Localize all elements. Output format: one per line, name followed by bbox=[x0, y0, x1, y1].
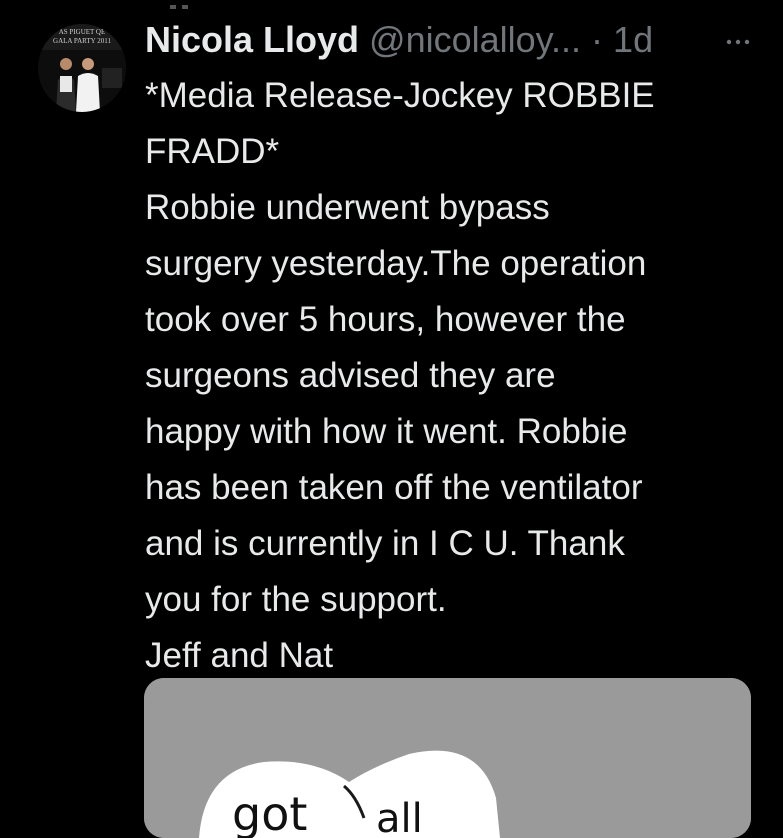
separator-dot: · bbox=[591, 19, 604, 60]
media-text-all: all bbox=[376, 796, 423, 838]
tweet-text-line: Robbie underwent bypass bbox=[145, 188, 550, 227]
previous-tweet-fragment bbox=[160, 0, 200, 9]
tweet-header: Nicola Lloyd @nicolalloy... · 1d bbox=[145, 16, 653, 64]
avatar[interactable]: AS PIGUET QE GALA PARTY 2011 bbox=[38, 24, 126, 112]
tweet-text-line: *Media Release-Jockey ROBBIE bbox=[145, 76, 655, 115]
tweet-text-line: has been taken off the ventilator bbox=[145, 468, 643, 507]
tweet-text-line: happy with how it went. Robbie bbox=[145, 412, 628, 451]
tweet-text-line: you for the support. bbox=[145, 580, 447, 619]
author-name[interactable]: Nicola Lloyd bbox=[145, 19, 359, 60]
tweet-media-image[interactable]: got all bbox=[144, 678, 751, 838]
media-text-got: got bbox=[232, 787, 307, 838]
tweet-text-line: took over 5 hours, however the bbox=[145, 300, 626, 339]
tweet-text-line: surgery yesterday.The operation bbox=[145, 244, 647, 283]
avatar-banner-line2: GALA PARTY 2011 bbox=[53, 37, 111, 45]
author-handle[interactable]: @nicolalloy... bbox=[369, 19, 581, 60]
more-horizontal-icon[interactable] bbox=[718, 16, 758, 60]
tweet-text-line: FRADD* bbox=[145, 132, 280, 171]
tweet-time[interactable]: 1d bbox=[613, 19, 653, 60]
tweet-text-line: and is currently in I C U. Thank bbox=[145, 524, 625, 563]
avatar-banner-line1: AS PIGUET QE bbox=[59, 28, 106, 36]
tweet-text-line: Jeff and Nat bbox=[145, 636, 334, 675]
tweet-body: *Media Release-Jockey ROBBIE FRADD* Robb… bbox=[145, 68, 770, 684]
tweet-text-line: surgeons advised they are bbox=[145, 356, 556, 395]
